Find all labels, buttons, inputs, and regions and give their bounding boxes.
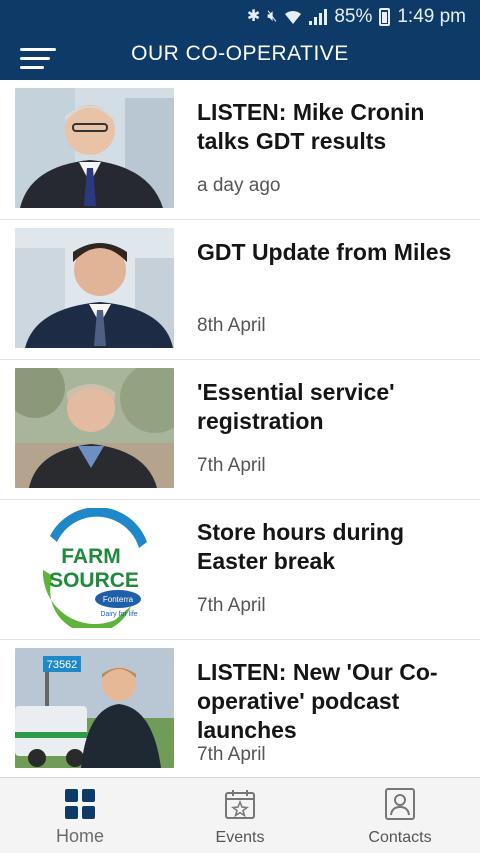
mute-icon: 🔇︎ [267,8,278,25]
bluetooth-icon: ✱ [246,8,261,25]
article-title: GDT Update from Miles [197,239,452,265]
tab-events[interactable]: Events [160,778,320,853]
news-item[interactable]: 73562 LISTEN: New 'Our Co-operative' pod… [0,640,480,777]
tab-contacts[interactable]: Contacts [320,778,480,853]
tab-home[interactable]: Home [0,778,160,853]
article-date: 8th April [197,315,266,336]
battery-percent: 85% [334,6,373,27]
signal-icon [309,9,328,25]
app-header: ✱ 🔇︎ 85% 1:49 pm OUR CO-OPERATIVE [0,0,480,80]
news-item[interactable]: LISTEN: Mike Cronin talks GDT results a … [0,80,480,220]
news-item[interactable]: GDT Update from Miles 8th April [0,220,480,360]
farm-source-logo: FARM SOURCE Fonterra Dairy for life [15,508,174,628]
grid-icon [65,789,95,819]
article-date: 7th April [197,455,266,476]
battery-icon [379,8,391,26]
tab-label: Home [55,826,104,846]
calendar-star-icon [225,790,255,819]
article-thumbnail [15,368,174,488]
article-date: 7th April [197,595,266,616]
news-item[interactable]: FARM SOURCE Fonterra Dairy for life Stor… [0,500,480,640]
article-title: Store hours during Easter break [197,519,404,574]
article-date: 7th April [197,744,266,765]
logo-text: SOURCE [49,569,139,592]
article-title: LISTEN: New 'Our Co-operative' podcast l… [197,659,438,743]
news-list: LISTEN: Mike Cronin talks GDT results a … [0,80,480,777]
logo-text: Dairy for life [100,611,137,618]
logo-text: Fonterra [103,595,134,604]
contact-card-icon [385,788,415,820]
tab-label: Contacts [368,829,432,846]
article-title: 'Essential service' registration [197,379,395,434]
bottom-tab-bar: Home Events Contacts [0,777,480,853]
article-thumbnail: 73562 [15,648,174,768]
article-title: LISTEN: Mike Cronin talks GDT results [197,99,425,154]
article-thumbnail [15,88,174,208]
wifi-icon [285,10,302,24]
logo-text: FARM [61,545,121,568]
status-bar: ✱ 🔇︎ 85% 1:49 pm [247,0,466,34]
clock: 1:49 pm [397,6,466,27]
news-item[interactable]: 'Essential service' registration 7th Apr… [0,360,480,500]
menu-line [20,66,44,69]
article-date: a day ago [197,175,281,196]
sign-text: 73562 [47,659,78,671]
article-thumbnail [15,228,174,348]
page-title: OUR CO-OPERATIVE [131,42,349,65]
tab-label: Events [215,829,265,846]
